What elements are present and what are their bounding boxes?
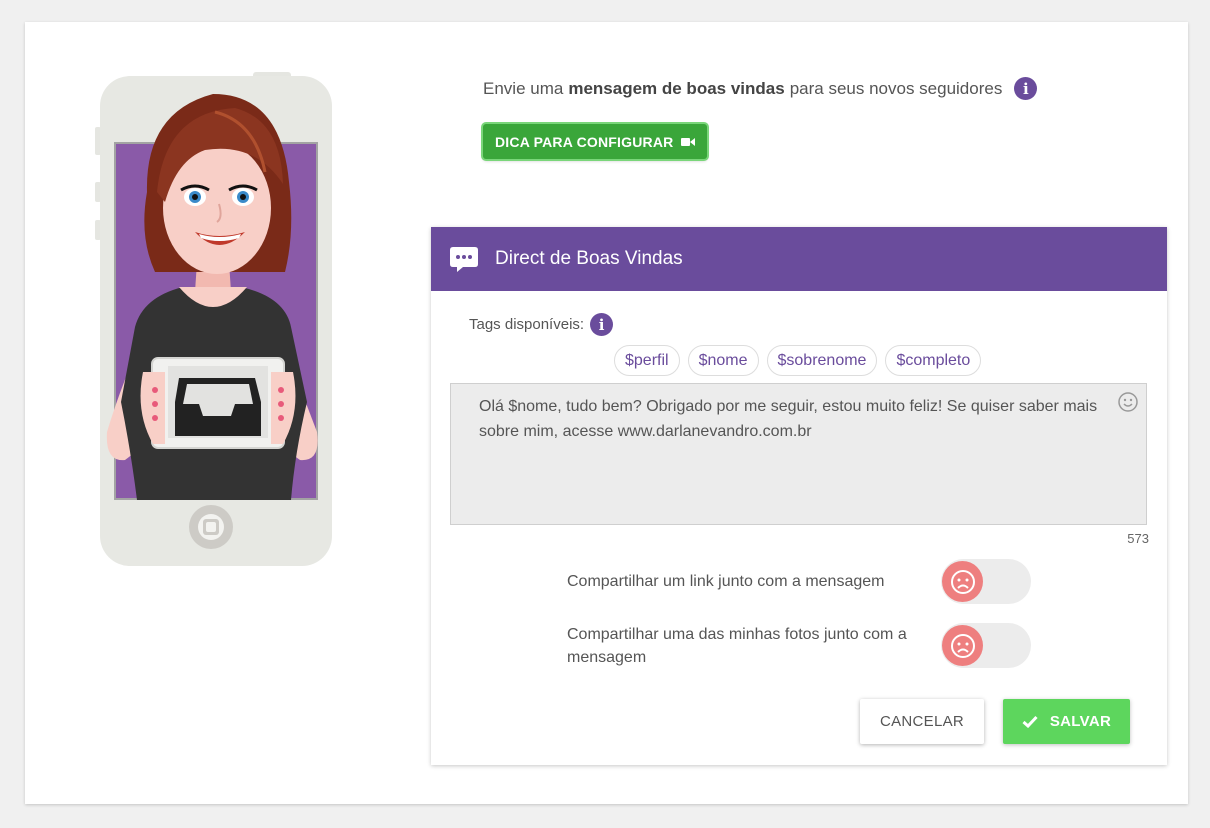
- tip-button-label: DICA PARA CONFIGURAR: [495, 133, 674, 150]
- checkmark-icon: [1022, 715, 1038, 728]
- panel-header: Direct de Boas Vindas: [431, 227, 1167, 291]
- sad-face-icon: [950, 633, 975, 658]
- info-icon[interactable]: i: [1014, 77, 1038, 100]
- toggle-knob: [942, 561, 983, 602]
- tags-label-text: Tags disponíveis:: [469, 316, 585, 333]
- message-textarea[interactable]: Olá $nome, tudo bem? Obrigado por me seg…: [450, 383, 1147, 525]
- share-photo-toggle[interactable]: [941, 623, 1031, 668]
- welcome-direct-panel: Direct de Boas Vindas Tags disponíveis: …: [431, 227, 1167, 765]
- character-counter: 573: [1127, 531, 1149, 546]
- intro-suffix: para seus novos seguidores: [789, 78, 1003, 98]
- tags-info-icon[interactable]: i: [590, 313, 614, 336]
- share-link-label: Compartilhar um link junto com a mensage…: [567, 573, 885, 590]
- welcome-illustration: [95, 72, 332, 566]
- intro-text: Envie uma mensagem de boas vindas para s…: [483, 77, 1038, 100]
- emoji-icon[interactable]: [1118, 392, 1138, 412]
- tag-nome[interactable]: $nome: [687, 345, 759, 376]
- tip-configure-button[interactable]: DICA PARA CONFIGURAR: [483, 124, 708, 159]
- tag-list: $perfil $nome $sobrenome $completo: [614, 345, 982, 376]
- intro-emphasis: mensagem de boas vindas: [568, 78, 785, 98]
- sad-face-icon: [950, 569, 975, 594]
- tag-sobrenome[interactable]: $sobrenome: [766, 345, 878, 376]
- toggle-knob: [942, 625, 983, 666]
- save-button-label: SALVAR: [1049, 713, 1112, 730]
- tag-perfil[interactable]: $perfil: [614, 345, 680, 376]
- share-photo-label: Compartilhar uma das minhas fotos junto …: [567, 626, 907, 666]
- cancel-button[interactable]: CANCELAR: [860, 699, 984, 744]
- video-camera-icon: [681, 137, 696, 147]
- intro-prefix: Envie uma: [483, 78, 564, 98]
- panel-title: Direct de Boas Vindas: [495, 248, 683, 269]
- tag-completo[interactable]: $completo: [885, 345, 982, 376]
- chat-bubble-icon: [450, 247, 478, 272]
- tags-label: Tags disponíveis: i: [469, 313, 614, 336]
- main-card: Envie uma mensagem de boas vindas para s…: [25, 22, 1188, 804]
- message-text: Olá $nome, tudo bem? Obrigado por me seg…: [479, 398, 1098, 440]
- share-link-toggle[interactable]: [941, 559, 1031, 604]
- save-button[interactable]: SALVAR: [1003, 699, 1130, 744]
